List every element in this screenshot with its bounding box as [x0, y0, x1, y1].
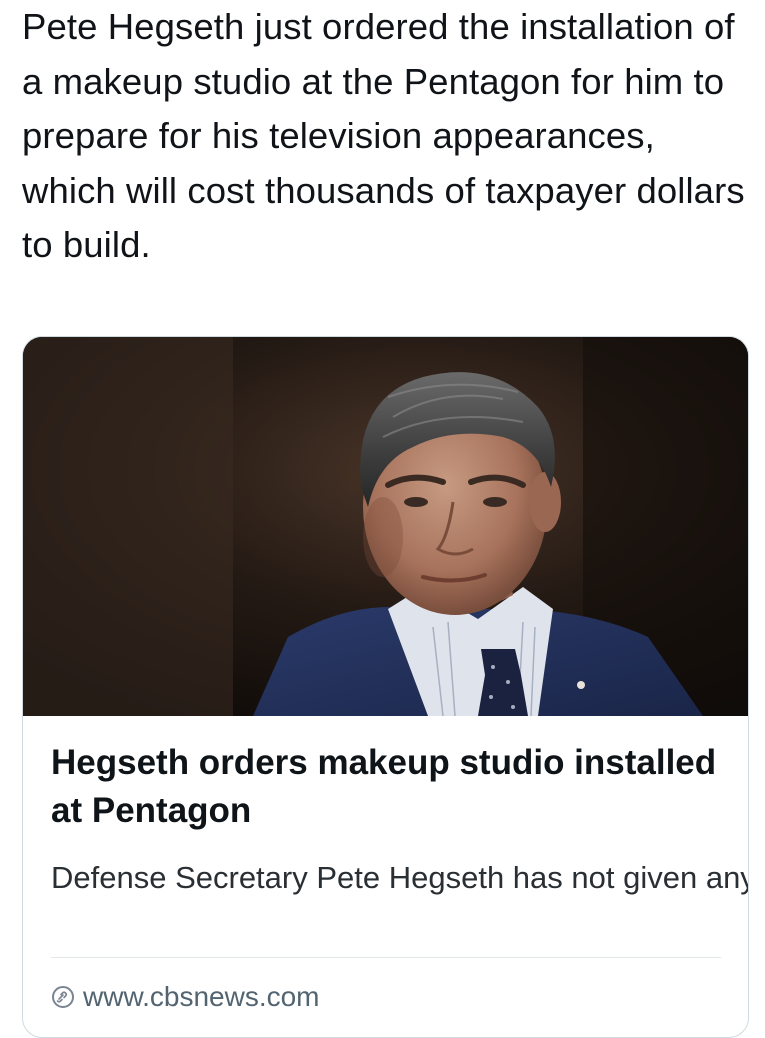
link-preview-card[interactable]: Hegseth orders makeup studio installed a…: [22, 336, 749, 1038]
card-divider: [51, 957, 721, 958]
source-url[interactable]: www.cbsnews.com: [83, 981, 320, 1013]
card-source[interactable]: www.cbsnews.com: [51, 977, 320, 1017]
card-description: Defense Secretary Pete Hegseth has not g…: [51, 860, 748, 895]
card-image[interactable]: [23, 337, 748, 716]
card-title[interactable]: Hegseth orders makeup studio installed a…: [51, 739, 721, 835]
post-text: Pete Hegseth just ordered the installati…: [22, 6, 745, 265]
news-photo-icon: [23, 337, 748, 716]
link-icon: [51, 985, 75, 1009]
